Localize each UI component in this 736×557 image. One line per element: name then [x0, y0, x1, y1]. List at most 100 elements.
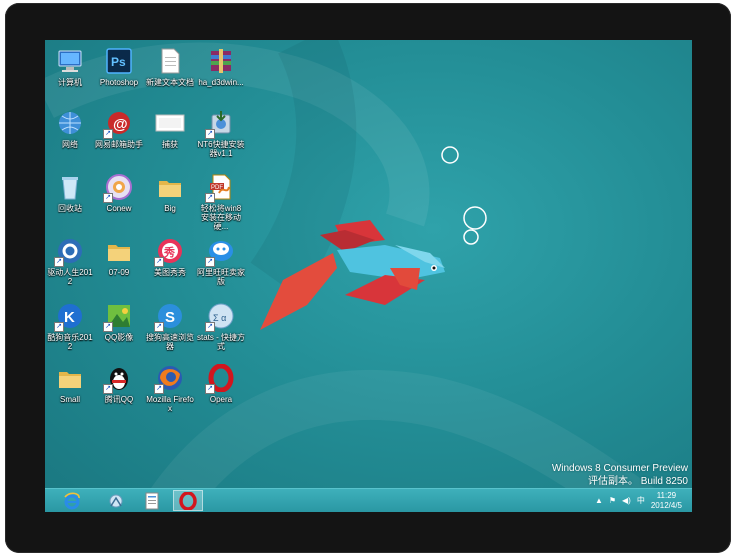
qq-image-icon: ↗ — [103, 301, 134, 332]
windows-watermark: Windows 8 Consumer Preview 评估副本。 Build 8… — [552, 462, 688, 488]
desktop-icon[interactable]: Big — [146, 172, 194, 213]
shortcut-arrow-icon: ↗ — [154, 322, 164, 332]
driver-icon: ↗ — [54, 236, 85, 267]
shortcut-arrow-icon: ↗ — [103, 384, 113, 394]
desktop-icon[interactable]: ↗ 阿里旺旺卖家版 — [197, 236, 245, 286]
desktop-icon[interactable]: S ↗ 搜狗高速浏览器 — [146, 301, 194, 351]
desktop-icon-label: stats - 快捷方式 — [197, 333, 246, 351]
shortcut-arrow-icon: ↗ — [103, 193, 113, 203]
desktop-icon-label: Small — [59, 395, 80, 404]
taskbar: ▲ ⚑ ◀) 中 11:29 2012/4/5 — [45, 488, 692, 512]
svg-text:K: K — [64, 309, 75, 326]
desktop-icon-label: 计算机 — [58, 78, 82, 87]
desktop-icon[interactable]: ↗ QQ影像 — [95, 301, 143, 342]
aliwangwang-icon: ↗ — [205, 236, 236, 267]
shortcut-arrow-icon: ↗ — [54, 257, 64, 267]
folder-icon — [55, 363, 85, 393]
desktop-icon[interactable]: ↗ 驱动人生2012 — [46, 236, 94, 286]
desktop-icon[interactable]: ↗ Conew — [95, 172, 143, 213]
folder-icon — [155, 172, 185, 202]
svg-text:秀: 秀 — [163, 245, 175, 259]
desktop-icon-label: QQ影像 — [104, 333, 134, 342]
desktop-icon-label: ha_d3dwin... — [198, 78, 244, 87]
desktop-icon[interactable]: 07-09 — [95, 236, 143, 277]
desktop-icon-label: 搜狗高速浏览器 — [146, 333, 194, 351]
qq-icon: ↗ — [103, 363, 134, 394]
desktop-icon[interactable]: Ps Photoshop — [95, 46, 143, 87]
clock-time: 11:29 — [656, 490, 677, 500]
photoshop-icon: Ps — [104, 46, 134, 76]
desktop-icon[interactable]: 网络 — [46, 108, 94, 149]
shortcut-arrow-icon: ↗ — [154, 257, 164, 267]
desktop-icon[interactable]: 秀 ↗ 美图秀秀 — [146, 236, 194, 277]
installer-icon: ↗ — [205, 108, 236, 139]
svg-text:Ps: Ps — [111, 55, 126, 69]
desktop-icon-label: 美图秀秀 — [154, 268, 186, 277]
watermark-line1: Windows 8 Consumer Preview — [551, 463, 688, 474]
desktop-icon-label: Opera — [209, 395, 233, 404]
computer-icon — [55, 46, 85, 76]
desktop-icon[interactable]: PDF ↗ 轻松将win8安装在移动硬... — [197, 172, 245, 231]
desktop-icon-label: 网易邮箱助手 — [95, 140, 143, 149]
opera-icon: ↗ — [205, 363, 236, 394]
taskbar-opera-button[interactable] — [173, 490, 203, 511]
opera-icon — [179, 491, 197, 510]
conew-icon: ↗ — [103, 172, 134, 203]
desktop-icon[interactable]: Σ α ↗ stats - 快捷方式 — [197, 301, 245, 351]
desktop-icon[interactable]: ↗ Mozilla Firefox — [146, 363, 194, 413]
desktop-screen: 计算机 Ps Photoshop 新建文本文档 ha_d3dwin... 网络 @ ↗ 网易邮箱… — [45, 40, 692, 512]
document-icon — [145, 492, 159, 509]
desktop-icon[interactable]: ↗ NT6快捷安装器v1.1 — [197, 108, 245, 158]
text-document-icon — [155, 46, 185, 76]
network-icon — [55, 108, 85, 138]
desktop-icon[interactable]: 捕获 — [146, 108, 194, 149]
desktop-icon-label: 回收站 — [58, 204, 82, 213]
shortcut-arrow-icon: ↗ — [205, 322, 215, 332]
shortcut-arrow-icon: ↗ — [205, 257, 215, 267]
shortcut-arrow-icon: ↗ — [205, 384, 215, 394]
pdf-icon: PDF ↗ — [205, 172, 236, 203]
desktop-icon[interactable]: K ↗ 酷狗音乐2012 — [46, 301, 94, 351]
taskbar-explorer-button[interactable] — [101, 490, 131, 511]
desktop-icon-label: 轻松将win8安装在移动硬... — [200, 204, 242, 231]
desktop-icon[interactable]: Small — [46, 363, 94, 404]
svg-text:@: @ — [113, 116, 128, 133]
shortcut-arrow-icon: ↗ — [103, 322, 113, 332]
desktop-icon[interactable]: 新建文本文档 — [146, 46, 194, 87]
watermark-line2: 评估副本。 Build 8250 — [587, 476, 688, 487]
folder-icon — [104, 236, 134, 266]
desktop-icon[interactable]: @ ↗ 网易邮箱助手 — [95, 108, 143, 149]
kugou-icon: K ↗ — [54, 301, 85, 332]
system-tray: ▲ ⚑ ◀) 中 11:29 2012/4/5 — [595, 489, 692, 512]
desktop-icon-label: 酷狗音乐2012 — [47, 333, 93, 351]
desktop-icon-label: 腾讯QQ — [104, 395, 134, 404]
action-center-flag-icon[interactable]: ⚑ — [609, 496, 616, 505]
desktop-icon[interactable]: ↗ 腾讯QQ — [95, 363, 143, 404]
mail-assistant-icon: @ ↗ — [103, 108, 134, 139]
clock[interactable]: 11:29 2012/4/5 — [651, 491, 682, 511]
taskbar-document-button[interactable] — [137, 490, 167, 511]
desktop-icon[interactable]: ha_d3dwin... — [197, 46, 245, 87]
desktop-icon[interactable]: 计算机 — [46, 46, 94, 87]
clock-date: 2012/4/5 — [650, 500, 682, 510]
ime-indicator[interactable]: 中 — [637, 495, 645, 506]
desktop-icon-label: Big — [164, 204, 176, 213]
svg-text:S: S — [165, 309, 175, 326]
desktop-icon-label: 驱动人生2012 — [47, 268, 93, 286]
desktop-icon-label: Conew — [106, 204, 132, 213]
desktop-icon-label: Photoshop — [99, 78, 139, 87]
sogou-browser-icon: S ↗ — [154, 301, 185, 332]
firefox-icon: ↗ — [154, 363, 185, 394]
show-hidden-icons-icon[interactable]: ▲ — [595, 496, 603, 505]
explorer-icon — [109, 494, 123, 507]
volume-icon[interactable]: ◀) — [622, 496, 631, 505]
stats-shortcut-icon: Σ α ↗ — [205, 301, 236, 332]
desktop-icon-label: 新建文本文档 — [146, 78, 194, 87]
shortcut-arrow-icon: ↗ — [205, 129, 215, 139]
desktop-icon-label: 阿里旺旺卖家版 — [197, 268, 245, 286]
meitu-icon: 秀 ↗ — [154, 236, 185, 267]
desktop-icon[interactable]: ↗ Opera — [197, 363, 245, 404]
taskbar-ie-button[interactable] — [57, 490, 87, 511]
desktop-icon[interactable]: 回收站 — [46, 172, 94, 213]
shortcut-arrow-icon: ↗ — [154, 384, 164, 394]
